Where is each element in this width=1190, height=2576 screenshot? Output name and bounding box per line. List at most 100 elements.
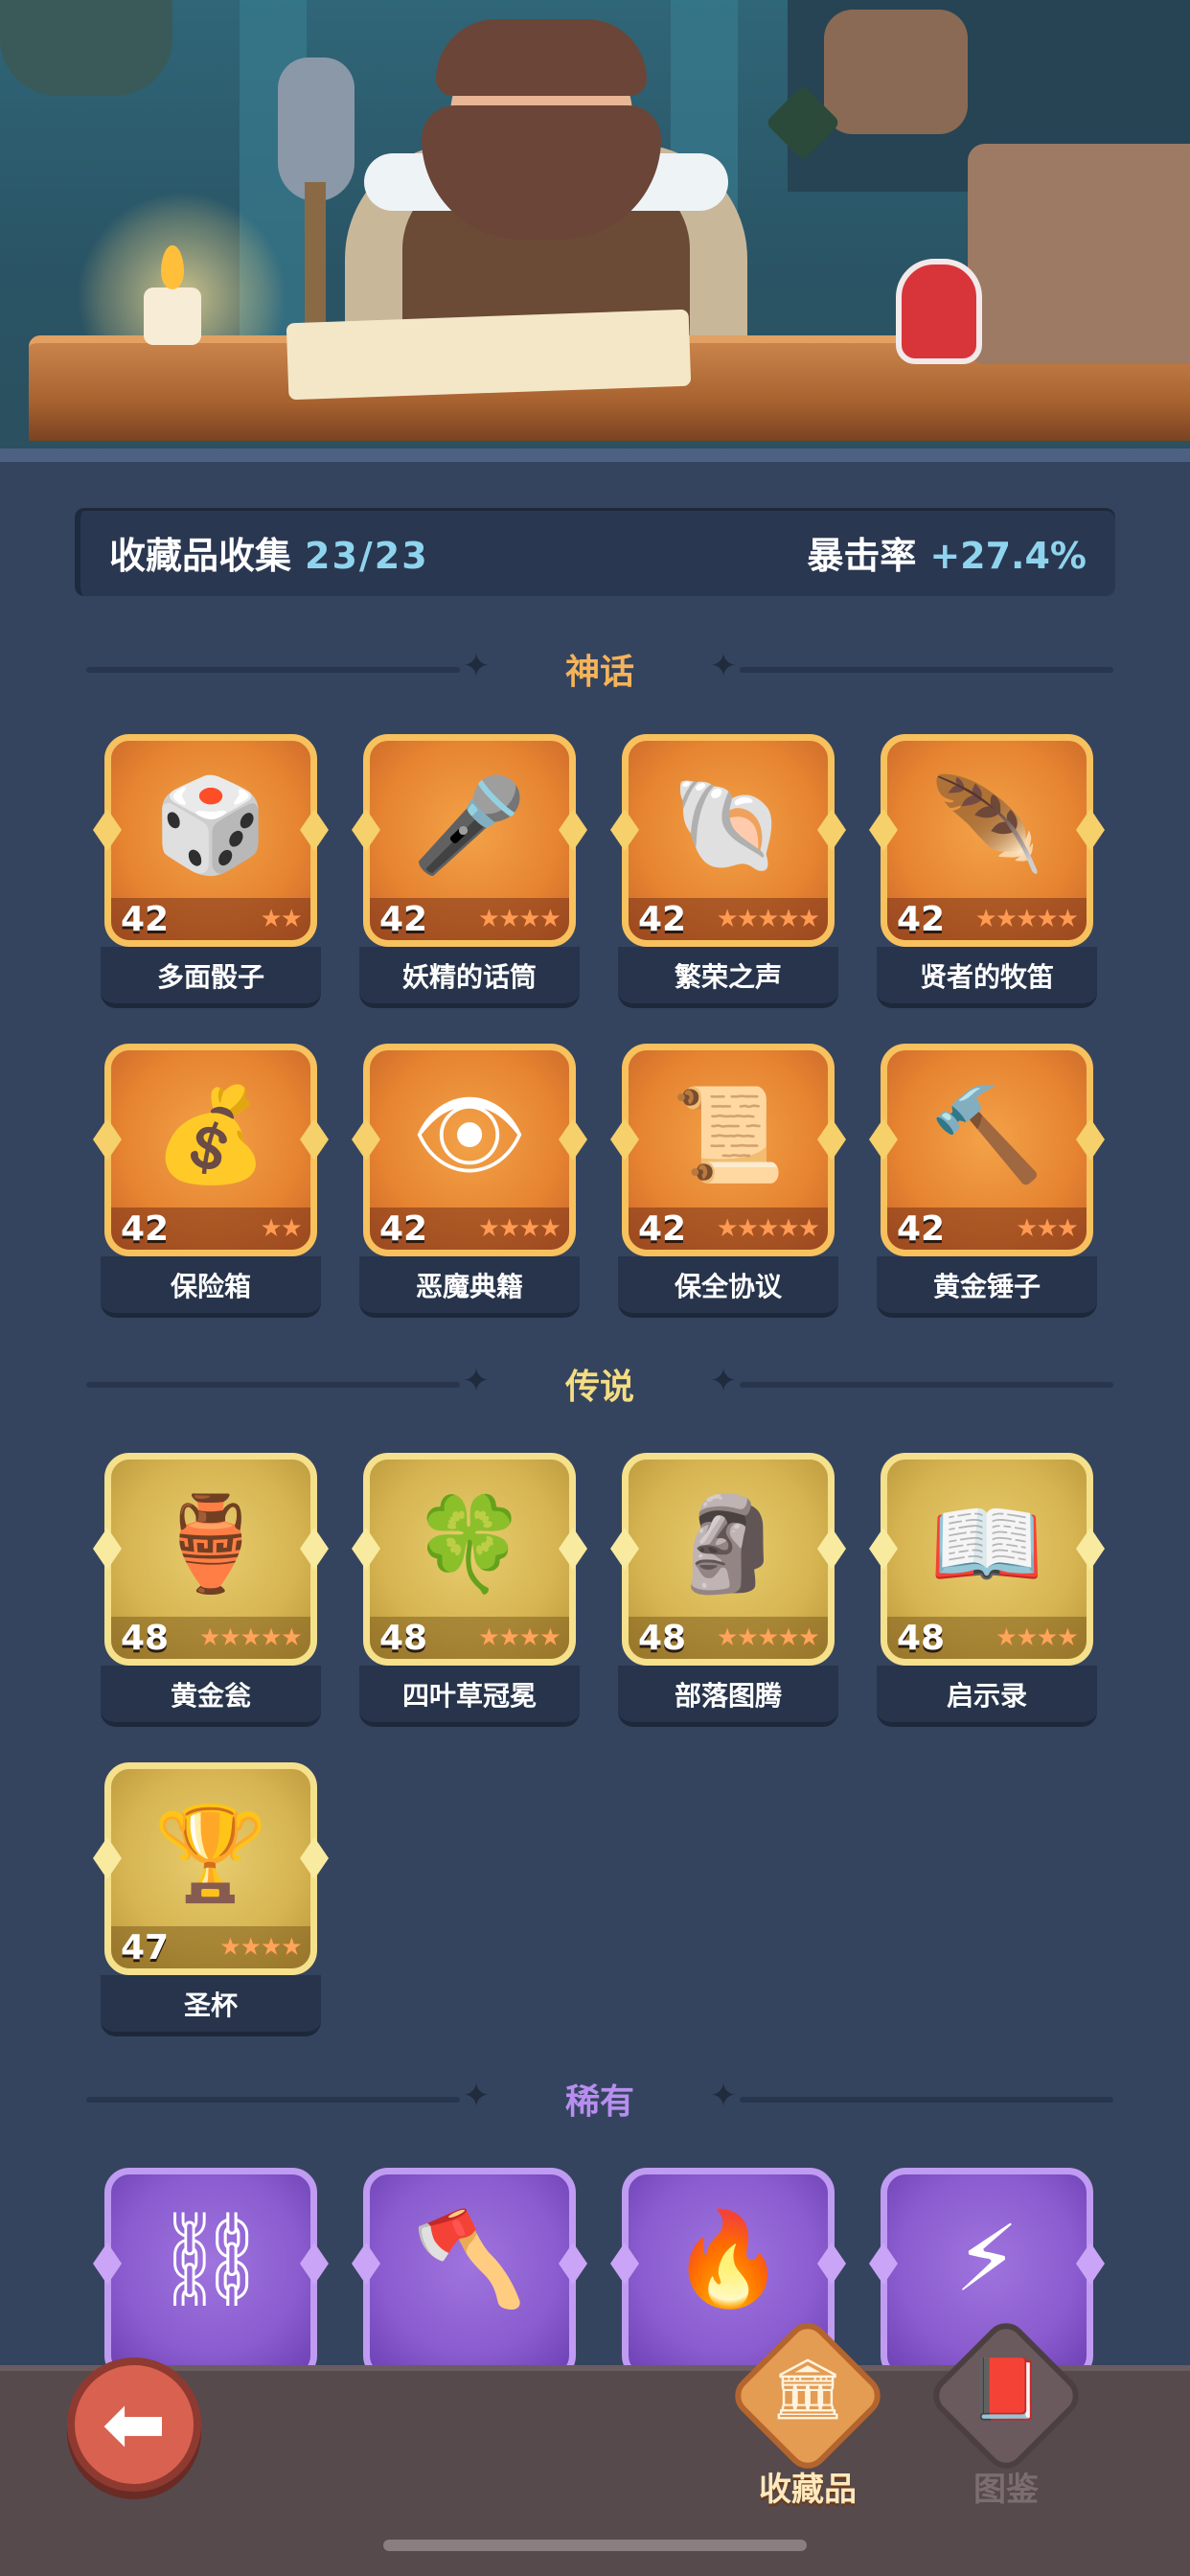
section-header-mythic: ✦ 神话 ✦ [86, 640, 1113, 698]
mythic-grid: 🎲 42 ★★ 多面骰子 🎤 42 ★★★★ 妖精的话筒 🐚 42 ★★★★★ … [93, 734, 1105, 1318]
card-level-strip: 47 ★★★★ [111, 1926, 310, 1968]
card-level-strip: 48 ★★★★★ [629, 1617, 828, 1659]
collectible-card[interactable]: 💰 42 ★★ 保险箱 [93, 1044, 329, 1318]
collectible-card[interactable]: 🏆 47 ★★★★ 圣杯 [93, 1762, 329, 2036]
conch-shell-icon: 🐚 [671, 771, 786, 879]
tab-codex-label: 图鉴 [973, 2471, 1039, 2509]
card-frame: 🏆 47 ★★★★ [104, 1762, 317, 1975]
collection-count: 23/23 [305, 534, 429, 577]
demon-book-icon: 👁 [411, 1081, 528, 1188]
tribal-totem-icon: 🗿 [671, 1490, 786, 1598]
home-indicator[interactable] [383, 2540, 807, 2551]
tab-collection[interactable]: 🏛 收藏品 [726, 2314, 889, 2520]
section-title-legend: 传说 [564, 1368, 634, 1407]
sparkle-icon: ✦ [709, 647, 738, 685]
card-level: 48 [897, 1618, 946, 1658]
tribal-mask-decoration [824, 10, 968, 134]
crit-rate-label: 暴击率 [807, 534, 917, 577]
card-frame: 📜 42 ★★★★★ [622, 1044, 835, 1256]
card-name: 保险箱 [101, 1256, 321, 1318]
sparkle-icon: ✦ [462, 647, 491, 685]
collectible-card[interactable]: 🐚 42 ★★★★★ 繁荣之声 [610, 734, 846, 1008]
banner-edge [0, 448, 1190, 462]
card-name: 黄金锤子 [877, 1256, 1097, 1318]
card-name: 贤者的牧笛 [877, 947, 1097, 1008]
collectible-card[interactable]: 🍀 48 ★★★★ 四叶草冠冕 [352, 1453, 587, 1727]
collectible-card[interactable]: 🗿 48 ★★★★★ 部落图腾 [610, 1453, 846, 1727]
card-level-strip: 48 ★★★★★ [111, 1617, 310, 1659]
collectible-card[interactable]: 📜 42 ★★★★★ 保全协议 [610, 1044, 846, 1318]
card-level-strip: 42 ★★★★★ [887, 898, 1087, 940]
card-frame: 🏺 48 ★★★★★ [104, 1453, 317, 1666]
collectible-card[interactable]: 👁 42 ★★★★ 恶魔典籍 [352, 1044, 587, 1318]
card-level: 42 [121, 1208, 170, 1249]
flame-feather-icon: 🔥 [671, 2205, 786, 2312]
clover-crown-icon: 🍀 [412, 1490, 527, 1598]
card-name: 恶魔典籍 [359, 1256, 580, 1318]
open-book-icon: 📖 [929, 1490, 1044, 1598]
candle-icon [144, 288, 201, 345]
sparkle-icon: ✦ [462, 2077, 491, 2115]
dwarf-character-hair [436, 19, 647, 96]
star-rating: ★★ [260, 1214, 303, 1243]
card-frame: 🔨 42 ★★★ [881, 1044, 1093, 1256]
shovel-handle-decoration [305, 182, 326, 345]
crit-rate-value: +27.4% [929, 534, 1087, 577]
card-name: 繁荣之声 [618, 947, 838, 1008]
card-level-strip: 42 ★★ [111, 1208, 310, 1250]
card-frame: 🗿 48 ★★★★★ [622, 1453, 835, 1666]
sparkle-icon: ✦ [709, 1362, 738, 1400]
star-rating: ★★★★★ [716, 1214, 820, 1243]
card-frame: 📖 48 ★★★★ [881, 1453, 1093, 1666]
card-name: 妖精的话筒 [359, 947, 580, 1008]
card-level-strip: 42 ★★ [111, 898, 310, 940]
back-button[interactable]: ⬅ [67, 2358, 201, 2492]
tab-collection-label: 收藏品 [759, 2471, 857, 2509]
collection-shelf-icon: 🏛 [769, 2354, 846, 2424]
card-frame: 💰 42 ★★ [104, 1044, 317, 1256]
card-level: 48 [379, 1618, 428, 1658]
collectible-card[interactable]: 📖 48 ★★★★ 启示录 [869, 1453, 1105, 1727]
stone-axe-icon: 🪓 [412, 2205, 527, 2312]
card-level-strip: 42 ★★★★ [370, 1208, 569, 1250]
card-frame: 👁 42 ★★★★ [363, 1044, 576, 1256]
card-name: 部落图腾 [618, 1666, 838, 1727]
divider-line [86, 1382, 460, 1388]
card-level: 42 [379, 899, 428, 939]
section-title-rare: 稀有 [564, 2082, 634, 2122]
divider-line [740, 667, 1113, 673]
collectible-card[interactable]: 🏺 48 ★★★★★ 黄金瓮 [93, 1453, 329, 1727]
shovel-decoration [278, 58, 355, 201]
collectible-card[interactable]: 🔨 42 ★★★ 黄金锤子 [869, 1044, 1105, 1318]
card-level: 48 [121, 1618, 170, 1658]
collection-stats-bar: 收藏品收集 23/23 暴击率 +27.4% [75, 508, 1115, 596]
star-rating: ★★★★ [477, 1214, 561, 1243]
card-name: 启示录 [877, 1666, 1097, 1727]
crit-rate-stat: 暴击率 +27.4% [807, 526, 1087, 579]
treasure-chest-icon: 💰 [153, 1081, 268, 1188]
thorn-rings-icon: ⛓ [152, 2205, 269, 2312]
card-frame: 🎲 42 ★★ [104, 734, 317, 947]
tab-codex[interactable]: 📕 图鉴 [925, 2314, 1087, 2520]
card-frame: 🍀 48 ★★★★ [363, 1453, 576, 1666]
star-rating: ★★★★★ [974, 905, 1079, 933]
fairy-microphone-icon: 🎤 [412, 771, 527, 879]
star-rating: ★★★★ [477, 905, 561, 933]
golden-hammer-icon: 🔨 [929, 1081, 1044, 1188]
collectible-card[interactable]: 🎤 42 ★★★★ 妖精的话筒 [352, 734, 587, 1008]
card-level-strip: 48 ★★★★ [887, 1617, 1087, 1659]
divider-line [86, 2097, 460, 2103]
collectible-card[interactable]: 🪶 42 ★★★★★ 贤者的牧笛 [869, 734, 1105, 1008]
collectible-card[interactable]: 🎲 42 ★★ 多面骰子 [93, 734, 329, 1008]
card-level: 42 [121, 899, 170, 939]
card-name: 多面骰子 [101, 947, 321, 1008]
back-arrow-icon: ⬅ [102, 2380, 167, 2469]
card-level-strip: 42 ★★★ [887, 1208, 1087, 1250]
sparkle-icon: ✦ [462, 1362, 491, 1400]
sage-flute-icon: 🪶 [929, 771, 1044, 879]
flame-icon [161, 245, 184, 289]
star-rating: ★★ [260, 905, 303, 933]
divider-line [740, 1382, 1113, 1388]
card-name: 圣杯 [101, 1975, 321, 2036]
card-level: 48 [638, 1618, 687, 1658]
